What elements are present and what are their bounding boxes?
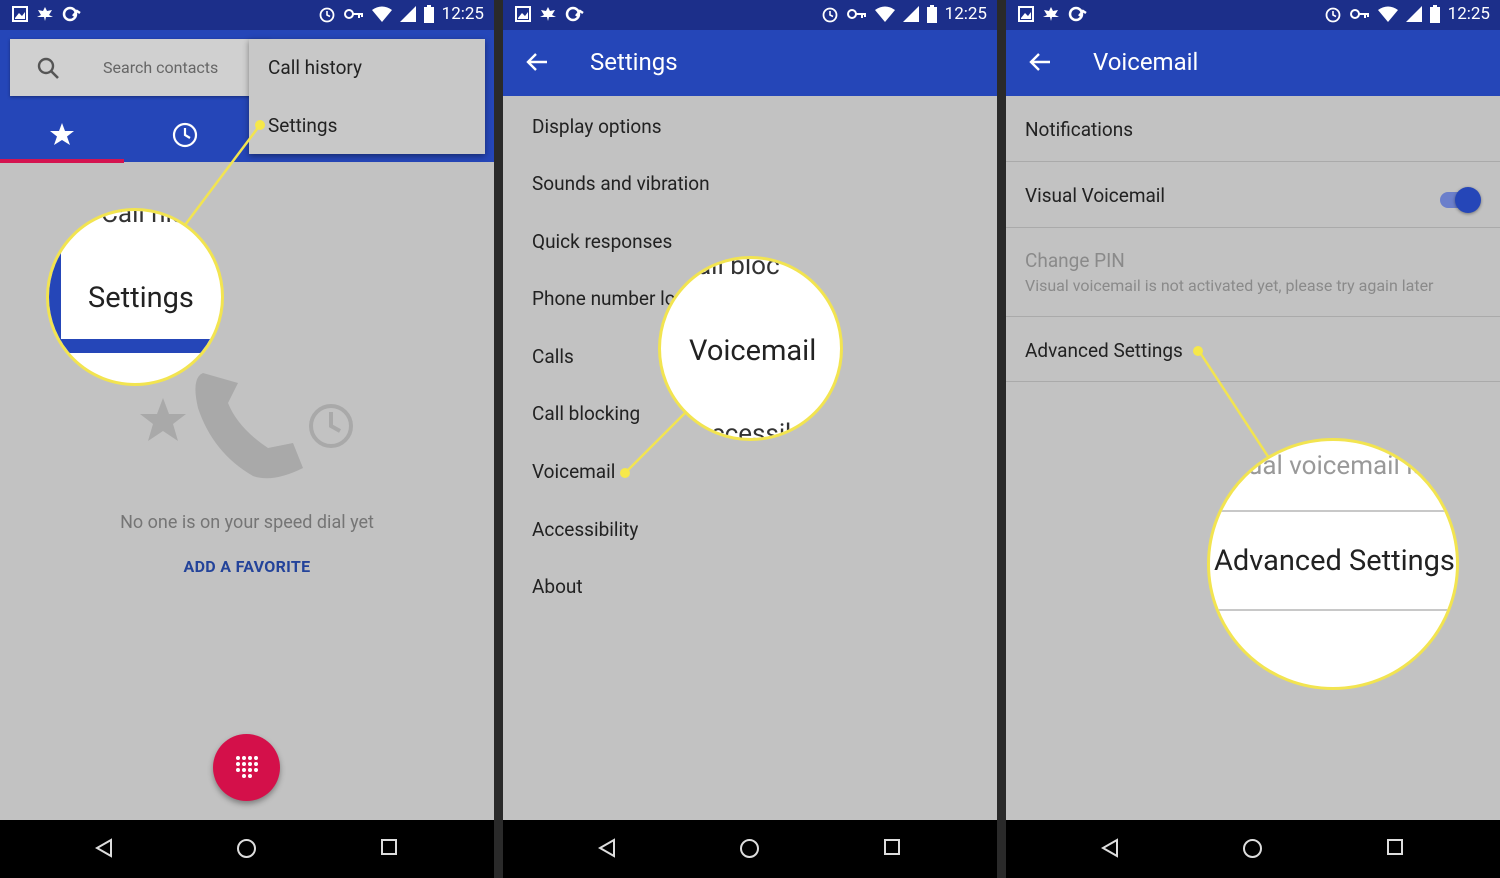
- back-arrow-icon[interactable]: [1028, 50, 1052, 74]
- battery-icon: [1429, 5, 1440, 23]
- gallery-notification-icon: [515, 6, 531, 22]
- callout-connector: [1197, 350, 1271, 459]
- app-bar: Settings: [503, 30, 997, 96]
- signal-icon: [1405, 6, 1422, 22]
- home-nav-icon[interactable]: [236, 838, 257, 859]
- wifi-icon: [1377, 6, 1398, 22]
- clock: 12:25: [441, 4, 484, 24]
- back-nav-icon[interactable]: [95, 838, 113, 858]
- overflow-menu: Call history Settings: [249, 39, 485, 154]
- battery-icon: [423, 5, 434, 23]
- search-icon: [37, 57, 59, 79]
- gallery-notification-icon: [1018, 6, 1034, 22]
- leaf-notification-icon: [540, 7, 556, 21]
- back-nav-icon[interactable]: [598, 838, 616, 858]
- app-notification-icon: [1068, 6, 1087, 22]
- magnifier-voicemail-label: Voicemail: [689, 334, 817, 368]
- visual-voicemail-label: Visual Voicemail: [1025, 184, 1166, 207]
- page-title: Settings: [590, 48, 678, 76]
- speed-dial-tab-star-icon[interactable]: [49, 122, 75, 146]
- settings-item-phone-number-lookup[interactable]: Phone number lo: [532, 287, 676, 310]
- signal-icon: [399, 6, 416, 22]
- notifications-row[interactable]: Notifications: [1006, 96, 1500, 162]
- alarm-icon: [319, 7, 335, 23]
- dialpad-fab[interactable]: [213, 734, 280, 801]
- magnifier-settings-label: Settings: [88, 281, 194, 315]
- alarm-icon: [1325, 7, 1341, 23]
- magnifier-advanced-settings: ual voicemail is Advanced Settings: [1207, 438, 1459, 690]
- settings-item-voicemail[interactable]: Voicemail: [532, 460, 615, 483]
- phone-screen-voicemail: 12:25 Voicemail Notifications Visual Voi…: [1006, 0, 1500, 878]
- speed-dial-empty-illustration: [140, 373, 353, 479]
- notifications-label: Notifications: [1025, 118, 1134, 141]
- recents-nav-icon[interactable]: [1386, 838, 1404, 856]
- search-input[interactable]: Search contacts: [10, 39, 270, 96]
- leaf-notification-icon: [1043, 7, 1059, 21]
- home-nav-icon[interactable]: [1242, 838, 1263, 859]
- dialpad-icon: [236, 756, 258, 778]
- active-tab-indicator: [0, 159, 124, 163]
- status-bar: 12:25: [0, 0, 494, 30]
- settings-item-accessibility[interactable]: Accessibility: [532, 518, 638, 541]
- change-pin-row[interactable]: Change PIN Visual voicemail is not activ…: [1006, 228, 1500, 317]
- battery-icon: [926, 5, 937, 23]
- callout-connector: [622, 409, 689, 476]
- search-placeholder: Search contacts: [103, 58, 219, 77]
- signal-icon: [902, 6, 919, 22]
- callout-anchor-dot: [255, 120, 265, 130]
- menu-item-settings[interactable]: Settings: [268, 114, 337, 137]
- nav-bar: [503, 820, 997, 878]
- callout-anchor-dot: [620, 468, 630, 478]
- clock: 12:25: [1447, 4, 1490, 24]
- magnifier-settings: Call his Settings: [46, 208, 224, 386]
- phone-screen-settings: 12:25 Settings Display options Sounds an…: [503, 0, 997, 878]
- settings-item-about[interactable]: About: [532, 575, 583, 598]
- callout-connector: [184, 124, 261, 226]
- magnifier-voicemail: all bloc Voicemail ccessib: [658, 256, 843, 441]
- alarm-icon: [822, 7, 838, 23]
- leaf-notification-icon: [37, 7, 53, 21]
- recents-nav-icon[interactable]: [380, 838, 398, 856]
- magnifier-advanced-settings-label: Advanced Settings: [1214, 544, 1455, 578]
- wifi-icon: [371, 6, 392, 22]
- settings-item-display-options[interactable]: Display options: [532, 115, 662, 138]
- callout-anchor-dot: [1193, 346, 1203, 356]
- change-pin-subtitle: Visual voicemail is not activated yet, p…: [1025, 276, 1434, 295]
- back-nav-icon[interactable]: [1101, 838, 1119, 858]
- recents-nav-icon[interactable]: [883, 838, 901, 856]
- advanced-settings-label: Advanced Settings: [1025, 339, 1183, 362]
- add-favorite-button[interactable]: ADD A FAVORITE: [0, 557, 494, 576]
- clock: 12:25: [944, 4, 987, 24]
- nav-bar: [1006, 820, 1500, 878]
- wifi-icon: [874, 6, 895, 22]
- back-arrow-icon[interactable]: [525, 50, 549, 74]
- visual-voicemail-toggle[interactable]: [1455, 187, 1481, 213]
- app-bar: Voicemail: [1006, 30, 1500, 96]
- status-bar: 12:25: [503, 0, 997, 30]
- vpn-key-icon: [846, 9, 866, 19]
- nav-bar: [0, 820, 494, 878]
- settings-item-quick-responses[interactable]: Quick responses: [532, 230, 672, 253]
- settings-item-calls[interactable]: Calls: [532, 345, 574, 368]
- vpn-key-icon: [1349, 9, 1369, 19]
- menu-item-call-history[interactable]: Call history: [268, 56, 362, 79]
- app-notification-icon: [565, 6, 584, 22]
- app-notification-icon: [62, 6, 81, 22]
- visual-voicemail-row[interactable]: Visual Voicemail: [1006, 162, 1500, 228]
- phone-screen-speed-dial: 12:25 Search contacts Call history Setti…: [0, 0, 494, 878]
- empty-state-message: No one is on your speed dial yet: [120, 512, 374, 533]
- status-bar: 12:25: [1006, 0, 1500, 30]
- change-pin-label: Change PIN: [1025, 249, 1125, 272]
- settings-item-sounds-vibration[interactable]: Sounds and vibration: [532, 172, 710, 195]
- page-title: Voicemail: [1093, 48, 1199, 76]
- vpn-key-icon: [343, 9, 363, 19]
- home-nav-icon[interactable]: [739, 838, 760, 859]
- gallery-notification-icon: [12, 6, 28, 22]
